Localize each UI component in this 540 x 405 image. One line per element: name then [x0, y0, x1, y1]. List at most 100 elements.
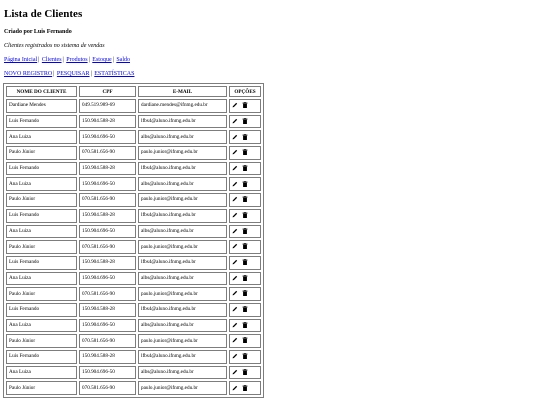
- nav-separator: |: [38, 57, 40, 63]
- nav-link-estoque[interactable]: Estoque: [92, 57, 111, 63]
- pencil-icon[interactable]: [232, 259, 238, 265]
- pencil-icon[interactable]: [232, 385, 238, 391]
- pencil-icon[interactable]: [232, 181, 238, 187]
- client-name-cell: Ana Luiza: [6, 271, 77, 286]
- client-name-cell: Paulo Júnior: [6, 381, 77, 396]
- pencil-icon[interactable]: [232, 275, 238, 281]
- pencil-icon[interactable]: [232, 102, 238, 108]
- pencil-icon[interactable]: [232, 322, 238, 328]
- trash-icon[interactable]: [242, 384, 248, 391]
- client-name-cell: Luis Fernando: [6, 350, 77, 364]
- nav-link-produtos[interactable]: Produtos: [66, 57, 87, 63]
- options-cell: [229, 208, 261, 223]
- table-row: Ana Luiza 150.904.696-50 albs@aluno.ifnm…: [6, 177, 261, 192]
- pencil-icon[interactable]: [232, 353, 238, 359]
- client-name-cell: Ana Luiza: [6, 318, 77, 333]
- action-links: NOVO REGISTRO| PESQUISAR| ESTATÍSTICAS: [4, 71, 540, 77]
- nav-link-saldo[interactable]: Saldo: [116, 57, 130, 63]
- options-cell: [229, 334, 261, 348]
- pencil-icon[interactable]: [232, 134, 238, 140]
- pencil-icon[interactable]: [232, 149, 238, 155]
- trash-icon[interactable]: [242, 149, 248, 156]
- client-cpf-cell: 150.904.588-28: [79, 255, 136, 270]
- column-header-cpf: CPF: [79, 86, 136, 97]
- statistics-link[interactable]: ESTATÍSTICAS: [94, 71, 134, 77]
- search-link[interactable]: PESQUISAR: [57, 71, 90, 77]
- table-row: Ana Luiza 150.904.696-50 albs@aluno.ifnm…: [6, 224, 261, 239]
- trash-icon[interactable]: [242, 196, 248, 203]
- client-cpf-cell: 049.519.989-69: [79, 99, 136, 113]
- pencil-icon[interactable]: [232, 212, 238, 218]
- client-name-cell: Paulo Júnior: [6, 193, 77, 207]
- trash-icon[interactable]: [242, 117, 248, 124]
- client-email-cell: paulo.junior@ifnmg.edu.br: [138, 240, 227, 254]
- pencil-icon[interactable]: [232, 196, 238, 202]
- options-cell: [229, 381, 261, 396]
- options-cell: [229, 146, 261, 160]
- client-email-cell: lfbs4@aluno.ifnmg.edu.br: [138, 208, 227, 223]
- client-email-cell: albs@aluno.ifnmg.edu.br: [138, 318, 227, 333]
- client-email-cell: albs@aluno.ifnmg.edu.br: [138, 130, 227, 145]
- pencil-icon[interactable]: [232, 228, 238, 234]
- column-header-name: NOME DO CLIENTE: [6, 86, 77, 97]
- trash-icon[interactable]: [242, 133, 248, 140]
- options-cell: [229, 365, 261, 380]
- new-record-link[interactable]: NOVO REGISTRO: [4, 71, 52, 77]
- trash-icon[interactable]: [242, 306, 248, 313]
- page-title: Lista de Clientes: [4, 8, 83, 20]
- pencil-icon[interactable]: [232, 337, 238, 343]
- options-cell: [229, 99, 261, 113]
- table-row: Paulo Júnior 070.581.656-90 paulo.junior…: [6, 240, 261, 254]
- trash-icon[interactable]: [242, 337, 248, 344]
- client-cpf-cell: 150.904.696-50: [79, 177, 136, 192]
- action-separator: |: [53, 71, 55, 77]
- column-header-email: E-MAIL: [138, 86, 227, 97]
- page-subtitle: Criado por Luis Fernando: [4, 29, 72, 35]
- pencil-icon[interactable]: [232, 165, 238, 171]
- trash-icon[interactable]: [242, 353, 248, 360]
- options-cell: [229, 240, 261, 254]
- pencil-icon[interactable]: [232, 243, 238, 249]
- client-name-cell: Ana Luiza: [6, 224, 77, 239]
- client-name-cell: Paulo Júnior: [6, 334, 77, 348]
- trash-icon[interactable]: [242, 211, 248, 218]
- action-separator: |: [90, 71, 92, 77]
- page-description: Clientes registrados no sistema de venda…: [4, 43, 105, 49]
- client-email-cell: paulo.junior@ifnmg.edu.br: [138, 334, 227, 348]
- options-cell: [229, 193, 261, 207]
- nav-link-clientes[interactable]: Clientes: [42, 57, 62, 63]
- options-cell: [229, 161, 261, 176]
- client-name-cell: Luis Fernando: [6, 302, 77, 317]
- options-cell: [229, 114, 261, 129]
- client-name-cell: Luis Fernando: [6, 208, 77, 223]
- trash-icon[interactable]: [242, 290, 248, 297]
- pencil-icon[interactable]: [232, 369, 238, 375]
- table-row: Luis Fernando 150.904.588-28 lfbs4@aluno…: [6, 114, 261, 129]
- pencil-icon[interactable]: [232, 118, 238, 124]
- trash-icon[interactable]: [242, 164, 248, 171]
- client-name-cell: Paulo Júnior: [6, 240, 77, 254]
- client-cpf-cell: 070.581.656-90: [79, 240, 136, 254]
- trash-icon[interactable]: [242, 259, 248, 266]
- trash-icon[interactable]: [242, 368, 248, 375]
- client-email-cell: dardiane.mendes@ifnmg.edu.br: [138, 99, 227, 113]
- trash-icon[interactable]: [242, 243, 248, 250]
- trash-icon[interactable]: [242, 180, 248, 187]
- client-cpf-cell: 150.904.696-50: [79, 224, 136, 239]
- client-email-cell: albs@aluno.ifnmg.edu.br: [138, 224, 227, 239]
- client-name-cell: Paulo Júnior: [6, 287, 77, 301]
- options-cell: [229, 271, 261, 286]
- trash-icon[interactable]: [242, 227, 248, 234]
- client-cpf-cell: 150.904.696-50: [79, 271, 136, 286]
- trash-icon[interactable]: [242, 321, 248, 328]
- pencil-icon[interactable]: [232, 306, 238, 312]
- trash-icon[interactable]: [242, 102, 248, 109]
- table-row: Paulo Júnior 070.581.656-90 paulo.junior…: [6, 381, 261, 396]
- client-email-cell: albs@aluno.ifnmg.edu.br: [138, 271, 227, 286]
- client-name-cell: Luis Fernando: [6, 255, 77, 270]
- trash-icon[interactable]: [242, 274, 248, 281]
- client-cpf-cell: 150.904.696-50: [79, 130, 136, 145]
- client-email-cell: lfbs4@aluno.ifnmg.edu.br: [138, 350, 227, 364]
- nav-link-pagina-inicial[interactable]: Página Inicial: [4, 57, 37, 63]
- pencil-icon[interactable]: [232, 290, 238, 296]
